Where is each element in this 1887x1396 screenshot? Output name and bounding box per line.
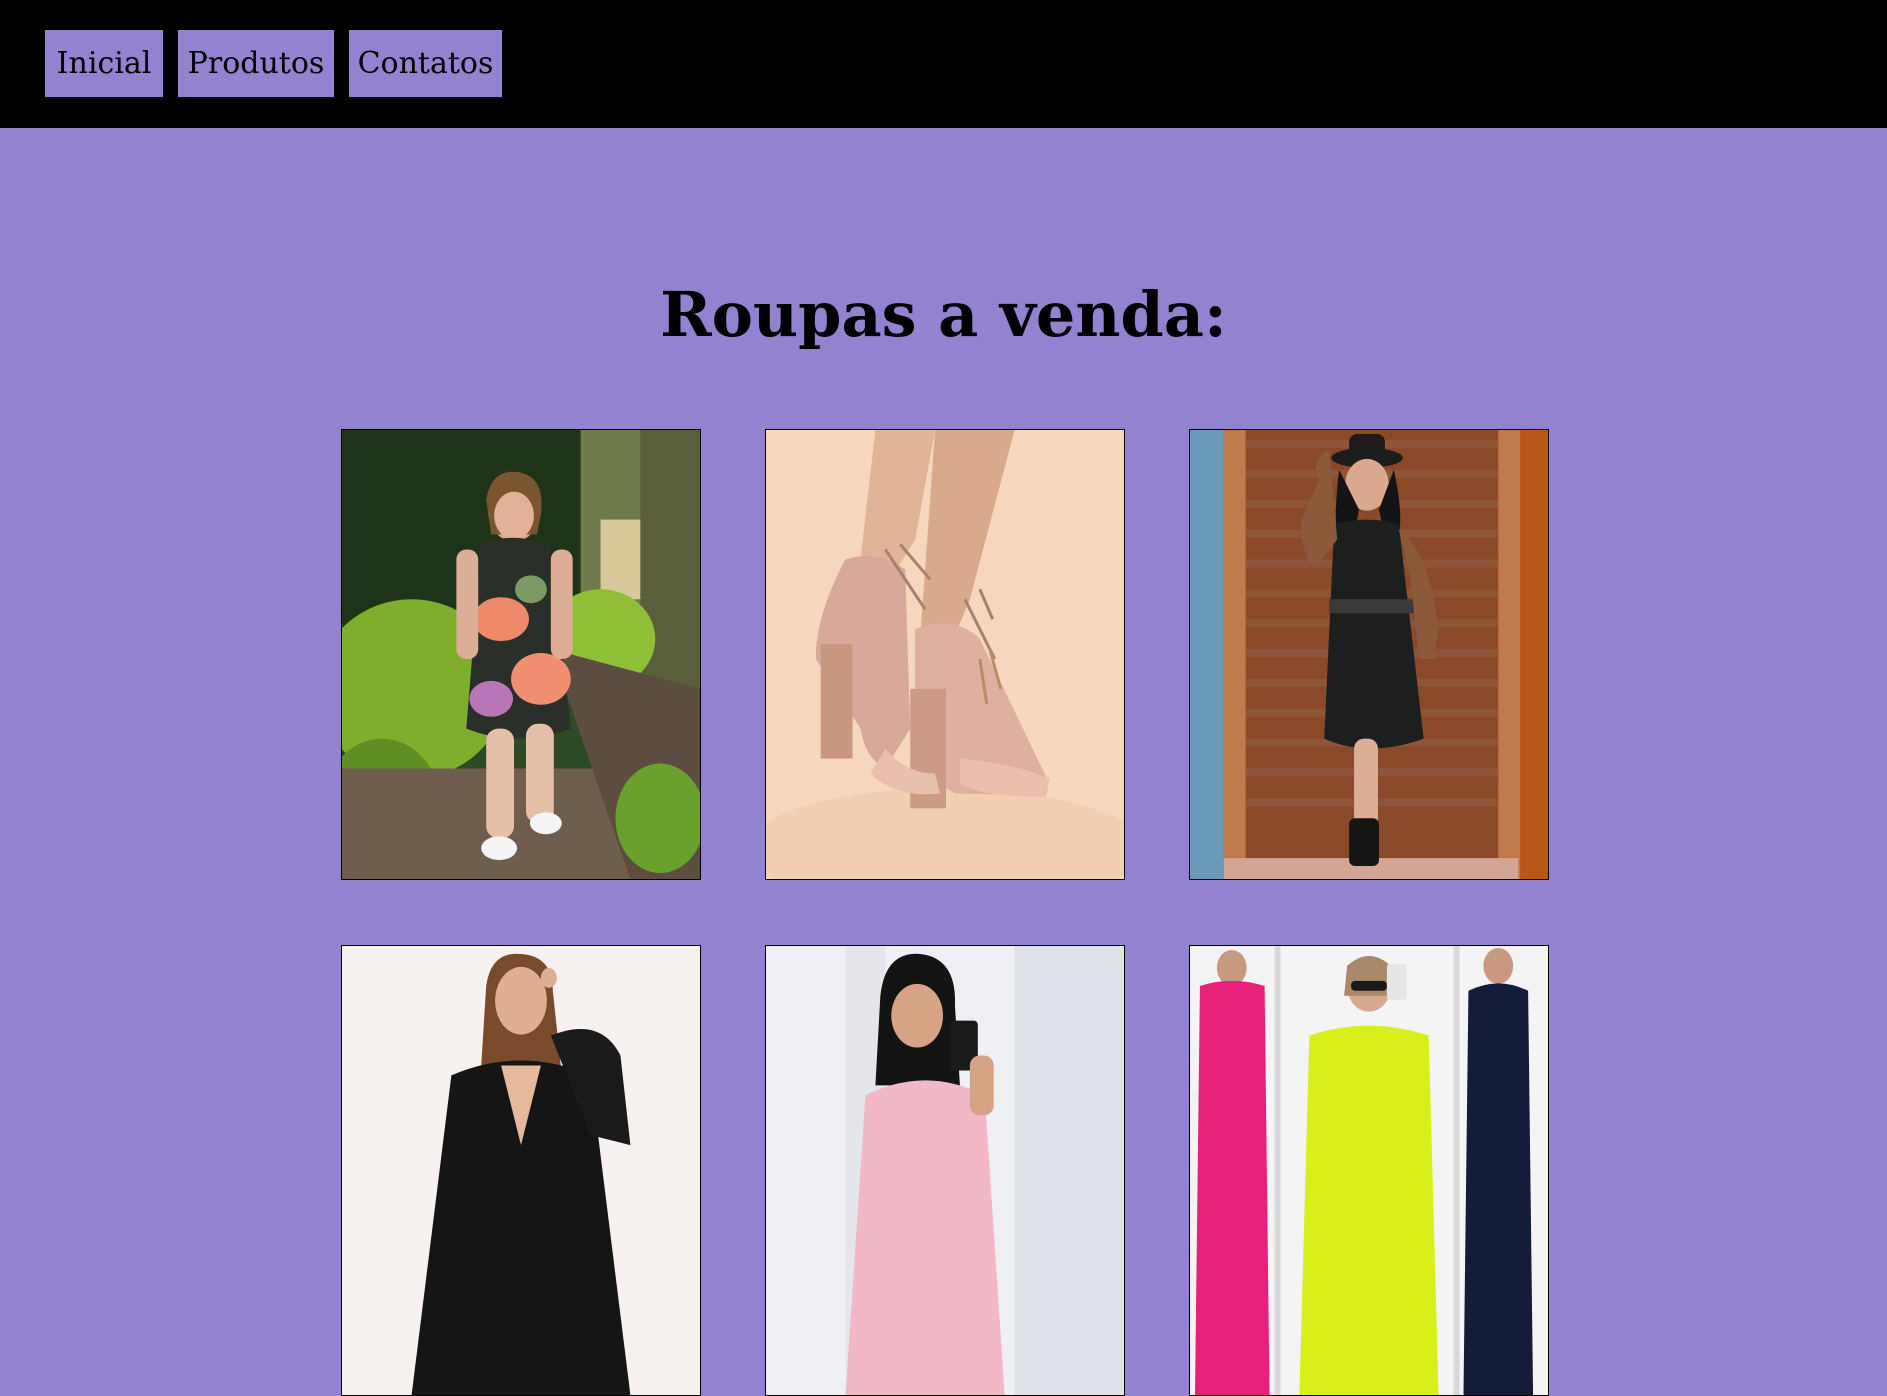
product-photo <box>342 946 700 1395</box>
product-photo <box>766 430 1124 879</box>
product-photo <box>1190 946 1548 1395</box>
page-title: Roupas a venda: <box>660 278 1227 351</box>
product-photo <box>342 430 700 879</box>
nav-contatos-button[interactable]: Contatos <box>349 30 502 97</box>
product-image-card[interactable] <box>765 429 1125 880</box>
product-image-card[interactable] <box>765 945 1125 1396</box>
product-photo <box>766 946 1124 1395</box>
nav-produtos-button[interactable]: Produtos <box>178 30 334 97</box>
product-image-card[interactable] <box>1189 945 1549 1396</box>
top-navigation-bar: Inicial Produtos Contatos <box>0 0 1887 128</box>
product-image-card[interactable] <box>341 429 701 880</box>
product-photo <box>1190 430 1548 879</box>
product-image-card[interactable] <box>341 945 701 1396</box>
nav-inicial-button[interactable]: Inicial <box>45 30 163 97</box>
product-image-card[interactable] <box>1189 429 1549 880</box>
